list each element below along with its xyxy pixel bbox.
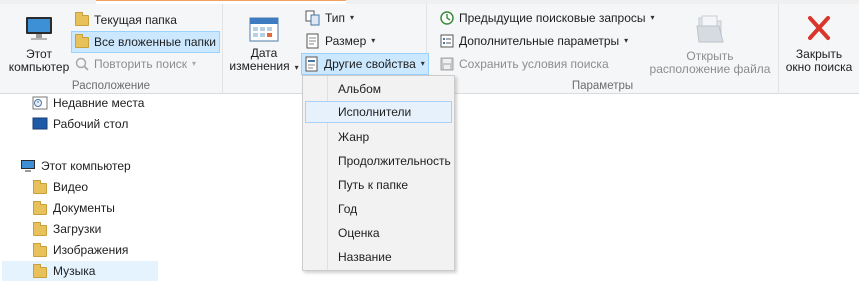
save-search-button[interactable]: Сохранить условия поиска <box>437 54 612 74</box>
size-button[interactable]: Размер ▾ <box>303 31 378 51</box>
all-subfolders-label: Все вложенные папки <box>94 35 216 49</box>
nav-item-label: Этот компьютер <box>41 159 131 173</box>
menu-item-artists[interactable]: Исполнители <box>305 101 452 123</box>
nav-item-recent-places[interactable]: Недавние места <box>32 93 144 113</box>
menu-item-rating[interactable]: Оценка <box>305 222 452 244</box>
date-modified-button[interactable]: Дата изменения ▾ <box>228 15 300 74</box>
open-file-location-button[interactable]: Открыть расположение файла <box>645 12 775 76</box>
chevron-down-icon: ▾ <box>192 59 197 68</box>
repeat-search-label: Повторить поиск <box>94 57 188 71</box>
location-group-label: Расположение <box>71 80 151 92</box>
nav-item-label: Загрузки <box>53 222 102 236</box>
other-properties-button[interactable]: Другие свойства ▾ <box>301 53 429 75</box>
advanced-options-label: Дополнительные параметры <box>459 34 620 48</box>
recent-places-icon <box>32 96 48 110</box>
nav-item-documents[interactable]: Документы <box>32 198 115 218</box>
close-group: Закрыть окно поиска <box>779 4 859 94</box>
nav-item-desktop[interactable]: Рабочий стол <box>32 114 128 134</box>
current-folder-label: Текущая папка <box>94 13 177 27</box>
advanced-options-button[interactable]: Дополнительные параметры ▾ <box>437 31 631 51</box>
repeat-search-button[interactable]: Повторить поиск ▾ <box>72 54 199 74</box>
nav-item-label: Изображения <box>53 243 129 257</box>
size-label: Размер <box>325 34 367 48</box>
type-label: Тип <box>325 11 346 25</box>
chevron-down-icon: ▾ <box>294 63 299 72</box>
all-subfolders-button[interactable]: Все вложенные папки <box>71 31 220 53</box>
nav-item-videos[interactable]: Видео <box>32 177 88 197</box>
date-modified-label: Дата изменения <box>229 46 290 73</box>
type-icon <box>305 10 321 26</box>
menu-item-album[interactable]: Альбом <box>305 78 452 100</box>
save-icon <box>439 56 455 72</box>
computer-icon <box>20 159 36 173</box>
chevron-down-icon: ▾ <box>420 59 425 68</box>
folder-icon <box>32 243 48 257</box>
folder-icon <box>32 180 48 194</box>
this-pc-button[interactable]: Этот компьютер <box>6 12 72 74</box>
other-properties-label: Другие свойства <box>324 57 416 71</box>
nav-item-label: Музыка <box>53 264 96 278</box>
size-icon <box>305 33 321 49</box>
nav-item-label: Недавние места <box>53 96 145 110</box>
nav-item-downloads[interactable]: Загрузки <box>32 219 101 239</box>
menu-item-folder-path[interactable]: Путь к папке <box>305 174 452 196</box>
nav-item-label: Видео <box>53 180 89 194</box>
close-search-button[interactable]: Закрыть окно поиска <box>781 12 857 74</box>
subfolders-icon <box>74 34 90 50</box>
calendar-icon <box>249 17 279 42</box>
navigation-pane: Недавние места Рабочий стол Этот компьют… <box>0 95 160 281</box>
menu-item-title[interactable]: Название <box>305 246 452 268</box>
computer-icon <box>26 17 52 40</box>
open-folder-icon <box>696 15 724 43</box>
desktop-icon <box>32 117 48 131</box>
recent-searches-label: Предыдущие поисковые запросы <box>459 11 646 25</box>
nav-item-music[interactable]: Музыка <box>2 261 158 281</box>
history-icon <box>439 10 455 26</box>
properties-icon <box>304 56 320 72</box>
close-icon <box>808 16 830 40</box>
other-properties-menu: Альбом Исполнители Жанр Продолжительност… <box>302 75 455 271</box>
recent-searches-button[interactable]: Предыдущие поисковые запросы ▾ <box>437 8 658 28</box>
options-group: Предыдущие поисковые запросы ▾ Дополните… <box>427 4 779 94</box>
repeat-search-icon <box>74 56 90 72</box>
nav-item-pictures[interactable]: Изображения <box>32 240 128 260</box>
current-folder-button[interactable]: Текущая папка <box>72 10 180 30</box>
nav-item-label: Рабочий стол <box>53 117 129 131</box>
menu-item-length[interactable]: Продолжительность <box>305 150 452 172</box>
chevron-down-icon: ▾ <box>371 36 376 45</box>
location-group: Этот компьютер Текущая папка Все вложенн… <box>0 4 223 94</box>
nav-item-this-pc[interactable]: Этот компьютер <box>20 156 131 176</box>
close-search-label: Закрыть окно поиска <box>785 47 853 74</box>
folder-icon <box>74 12 90 28</box>
options-group-label: Параметры <box>571 80 634 92</box>
open-file-location-label: Открыть расположение файла <box>649 49 771 76</box>
menu-item-genre[interactable]: Жанр <box>305 126 452 148</box>
folder-icon <box>32 222 48 236</box>
nav-item-label: Документы <box>53 201 115 215</box>
folder-icon <box>32 201 48 215</box>
this-pc-label: Этот компьютер <box>8 47 70 74</box>
chevron-down-icon: ▾ <box>350 13 355 22</box>
save-search-label: Сохранить условия поиска <box>459 57 609 71</box>
folder-icon <box>32 264 48 278</box>
menu-item-year[interactable]: Год <box>305 198 452 220</box>
type-button[interactable]: Тип ▾ <box>303 8 357 28</box>
chevron-down-icon: ▾ <box>624 36 629 45</box>
options-icon <box>439 33 455 49</box>
